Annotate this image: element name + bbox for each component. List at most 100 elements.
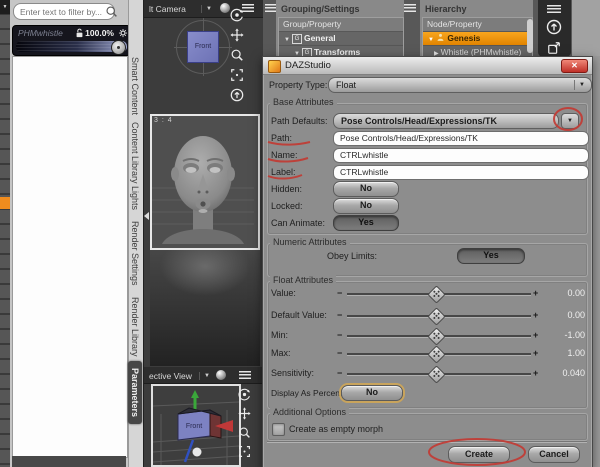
parameters-footer-bar — [12, 456, 126, 467]
slider-plus[interactable]: + — [533, 368, 538, 378]
phm-whistle-slider[interactable]: PHMwhistle 100.0% — [12, 25, 131, 56]
right-toolbar — [538, 0, 571, 57]
zoom-camera-icon[interactable] — [230, 48, 244, 62]
rail-collapse-button[interactable]: ▼ — [0, 0, 10, 14]
viewport-column: lt Camera ▼ Front 3 : 4 ective View ▼ Fr… — [143, 0, 264, 467]
perspective-drawstyle-sphere-icon[interactable] — [216, 370, 226, 380]
rail-selected-row[interactable] — [0, 197, 10, 209]
name-field[interactable]: CTRLwhistle — [333, 148, 589, 163]
value-readout: 0.00 — [567, 288, 585, 298]
toolbar-menu-icon[interactable] — [547, 5, 561, 14]
aim-camera-icon[interactable] — [230, 88, 244, 102]
cancel-button[interactable]: Cancel — [528, 446, 580, 463]
parameter-slider-knob[interactable] — [111, 40, 126, 55]
orbit-camera-icon[interactable] — [238, 388, 251, 401]
pane-collapse-arrow-icon[interactable] — [144, 212, 149, 220]
daz-studio-app: ▼ PHMwhistle 100.0% Smart Content Conten… — [0, 0, 600, 467]
max-readout: 1.00 — [567, 348, 585, 358]
create-property-dialog: DAZStudio ✕ Property Type: Float ▼ Base … — [262, 56, 593, 467]
slider-minus[interactable]: − — [337, 330, 342, 340]
obey-limits-toggle-button[interactable]: Yes — [457, 248, 525, 264]
perspective-header-bar: ective View ▼ — [144, 367, 264, 384]
numeric-attributes-label: Numeric Attributes — [270, 237, 350, 247]
tab-smart-content[interactable]: Smart Content — [130, 57, 140, 115]
path-label: Path: — [271, 133, 293, 143]
obey-limits-label: Obey Limits: — [327, 251, 378, 261]
sensitivity-slider-label: Sensitivity: — [271, 368, 315, 378]
grouping-settings-panel: Grouping/Settings Group/Property ▼ G Gener… — [276, 0, 404, 58]
slider-minus[interactable]: − — [337, 348, 342, 358]
numeric-attributes-group — [267, 243, 588, 277]
slider-minus[interactable]: − — [337, 368, 342, 378]
grouping-column-header[interactable]: Group/Property — [279, 18, 403, 32]
slider-plus[interactable]: + — [533, 330, 538, 340]
create-empty-morph-label: Create as empty morph — [289, 424, 384, 434]
path-defaults-arrow-button[interactable]: ▼ — [561, 113, 579, 129]
locked-toggle-button[interactable]: No — [333, 198, 399, 214]
hierarchy-panel-title: Hierarchy — [425, 4, 467, 14]
pan-camera-icon[interactable] — [238, 407, 251, 420]
slider-plus[interactable]: + — [533, 288, 538, 298]
frame-camera-icon[interactable] — [230, 68, 244, 82]
gear-icon[interactable] — [118, 28, 128, 38]
dialog-titlebar[interactable]: DAZStudio ✕ — [263, 57, 592, 75]
tab-lights[interactable]: Lights — [130, 186, 140, 210]
frame-camera-icon[interactable] — [238, 445, 251, 458]
aspect-frame-viewport[interactable]: 3 : 4 — [150, 114, 260, 250]
unlock-icon[interactable] — [75, 28, 84, 38]
hierarchy-column-header[interactable]: Node/Property — [423, 18, 532, 32]
perspective-menu-icon[interactable] — [239, 371, 251, 379]
drawstyle-sphere-icon[interactable] — [220, 3, 230, 13]
filter-input[interactable] — [13, 3, 115, 20]
close-button[interactable]: ✕ — [561, 59, 588, 73]
parameters-content-area[interactable] — [12, 56, 128, 458]
tree-row-genesis[interactable]: ▼ Genesis — [423, 32, 532, 46]
hidden-toggle-button[interactable]: No — [333, 181, 399, 197]
slider-plus[interactable]: + — [533, 348, 538, 358]
tab-content-library[interactable]: Content Library — [130, 122, 140, 184]
parameter-slider-track[interactable] — [16, 40, 127, 55]
figure-body-silhouette — [150, 250, 260, 366]
slider-plus[interactable]: + — [533, 310, 538, 320]
create-button[interactable]: Create — [448, 446, 510, 463]
can-animate-toggle-button[interactable]: Yes — [333, 215, 399, 231]
path-field[interactable]: Pose Controls/Head/Expressions/TK — [333, 131, 589, 146]
camera-selector[interactable]: lt Camera — [149, 4, 186, 14]
path-defaults-dropdown[interactable]: Pose Controls/Head/Expressions/TK — [333, 113, 559, 129]
perspective-view-selector[interactable]: ective View — [149, 371, 192, 381]
dropdown-arrow-icon[interactable]: ▼ — [574, 80, 589, 90]
caret-down-icon[interactable]: ▼ — [282, 37, 292, 43]
orbit-camera-icon[interactable] — [230, 8, 244, 22]
universe-gizmo: Front — [153, 386, 239, 465]
dialog-title: DAZStudio — [285, 60, 331, 71]
caret-down-icon[interactable]: ▼ — [426, 37, 436, 43]
name-label: Name: — [271, 150, 298, 160]
left-rail-list[interactable] — [0, 0, 10, 467]
perspective-dropdown-arrow-icon[interactable]: ▼ — [199, 372, 210, 380]
zoom-camera-icon[interactable] — [238, 426, 251, 439]
label-field[interactable]: CTRLwhistle — [333, 165, 589, 180]
property-type-label: Property Type: — [269, 80, 328, 90]
slider-minus[interactable]: − — [337, 288, 342, 298]
view-cube[interactable]: Front — [187, 31, 219, 63]
aim-target-icon[interactable] — [546, 19, 562, 35]
tab-render-settings[interactable]: Render Settings — [130, 221, 140, 286]
create-empty-morph-checkbox[interactable] — [272, 423, 285, 436]
tab-render-library[interactable]: Render Library — [130, 297, 140, 357]
parameters-pane: PHMwhistle 100.0% — [10, 0, 131, 467]
display-as-percent-toggle-button[interactable]: No — [341, 385, 403, 401]
default-value-slider-label: Default Value: — [271, 310, 327, 320]
slider-minus[interactable]: − — [337, 310, 342, 320]
popout-icon[interactable] — [547, 41, 561, 55]
value-slider-label: Value: — [271, 288, 296, 298]
tree-row-general[interactable]: ▼ G General — [279, 32, 403, 46]
tab-parameters[interactable]: Parameters — [128, 361, 142, 425]
aspect-ratio-label: 3 : 4 — [154, 117, 173, 124]
perspective-viewport[interactable]: Front — [151, 384, 241, 467]
pan-camera-icon[interactable] — [230, 28, 244, 42]
max-slider-label: Max: — [271, 348, 291, 358]
hierarchy-scrollbar[interactable] — [527, 19, 533, 53]
property-type-dropdown[interactable]: Float ▼ — [328, 77, 592, 93]
hierarchy-pane-menu-icon[interactable] — [404, 4, 416, 12]
camera-dropdown-arrow-icon[interactable]: ▼ — [201, 5, 212, 13]
